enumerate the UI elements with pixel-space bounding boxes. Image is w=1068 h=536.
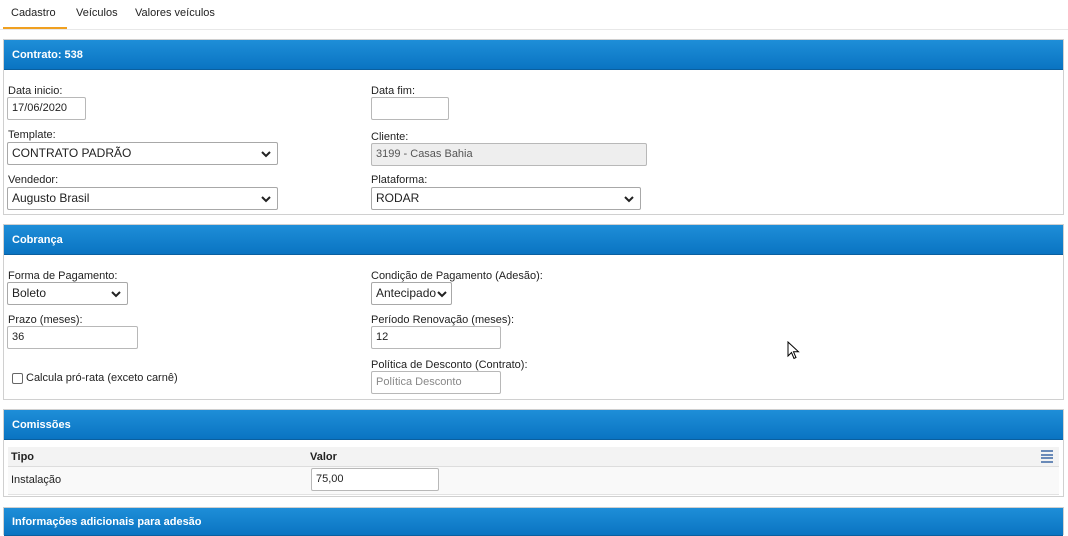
column-header-valor[interactable]: Valor: [310, 451, 337, 463]
politica-desconto-input[interactable]: Política Desconto: [371, 371, 501, 394]
active-tab-indicator: [3, 27, 67, 29]
plataforma-select[interactable]: RODAR: [371, 187, 641, 210]
cliente-label: Cliente:: [371, 131, 409, 143]
prazo-label: Prazo (meses):: [8, 314, 83, 326]
contract-panel-title: Contrato: 538: [4, 40, 1063, 70]
valor-input[interactable]: 75,00: [311, 468, 439, 491]
cell-tipo: Instalação: [11, 474, 62, 486]
politica-desconto-label: Política de Desconto (Contrato):: [371, 359, 528, 371]
column-header-tipo[interactable]: Tipo: [11, 451, 34, 463]
chevron-down-icon: [261, 151, 271, 158]
forma-pagamento-select[interactable]: Boleto: [7, 282, 128, 305]
template-select-value: CONTRATO PADRÃO: [12, 146, 132, 160]
forma-pagamento-label: Forma de Pagamento:: [8, 270, 118, 282]
data-inicio-label: Data inicio:: [8, 85, 63, 97]
tab-valores-veiculos[interactable]: Valores veículos: [135, 7, 215, 19]
table-row[interactable]: Instalação 75,00: [8, 467, 1059, 495]
chevron-down-icon: [624, 196, 634, 203]
data-fim-label: Data fim:: [371, 85, 416, 97]
tab-bar: Cadastro Veículos Valores veículos: [0, 0, 1068, 30]
prorata-checkbox[interactable]: [12, 373, 23, 384]
tab-veiculos[interactable]: Veículos: [76, 7, 118, 19]
chevron-down-icon: [261, 196, 271, 203]
data-fim-input[interactable]: [371, 97, 449, 120]
comissoes-panel-title: Comissões: [4, 410, 1063, 440]
prorata-label: Calcula pró-rata (exceto carnê): [26, 372, 178, 384]
condicao-pagamento-select[interactable]: Antecipado: [371, 282, 452, 305]
comissoes-grid-header: Tipo Valor: [8, 447, 1059, 467]
condicao-pagamento-label: Condição de Pagamento (Adesão):: [371, 270, 543, 282]
chevron-down-icon: [437, 291, 447, 298]
vendedor-select-value: Augusto Brasil: [12, 191, 90, 205]
data-inicio-input[interactable]: 17/06/2020: [7, 97, 86, 120]
plataforma-label: Plataforma:: [371, 174, 428, 186]
plataforma-select-value: RODAR: [376, 191, 420, 205]
periodo-renovacao-input[interactable]: 12: [371, 326, 501, 349]
template-label: Template:: [8, 129, 56, 141]
chevron-down-icon: [111, 291, 121, 298]
template-select[interactable]: CONTRATO PADRÃO: [7, 142, 278, 165]
info-adicionais-panel: Informações adicionais para adesão: [3, 507, 1064, 536]
periodo-renovacao-label: Período Renovação (meses):: [371, 314, 515, 326]
grid-menu-icon[interactable]: [1041, 450, 1053, 463]
cliente-field: 3199 - Casas Bahia: [371, 143, 647, 166]
forma-pagamento-value: Boleto: [12, 286, 47, 300]
vendedor-label: Vendedor:: [8, 174, 59, 186]
mouse-cursor-icon: [787, 341, 800, 360]
vendedor-select[interactable]: Augusto Brasil: [7, 187, 278, 210]
prazo-input[interactable]: 36: [7, 326, 138, 349]
condicao-pagamento-value: Antecipado: [376, 286, 437, 300]
comissoes-panel: Comissões Tipo Valor Instalação 75,00: [3, 409, 1064, 497]
info-adicionais-panel-title: Informações adicionais para adesão: [4, 508, 1063, 536]
tab-cadastro[interactable]: Cadastro: [11, 7, 56, 19]
cobranca-panel-title: Cobrança: [4, 225, 1063, 255]
